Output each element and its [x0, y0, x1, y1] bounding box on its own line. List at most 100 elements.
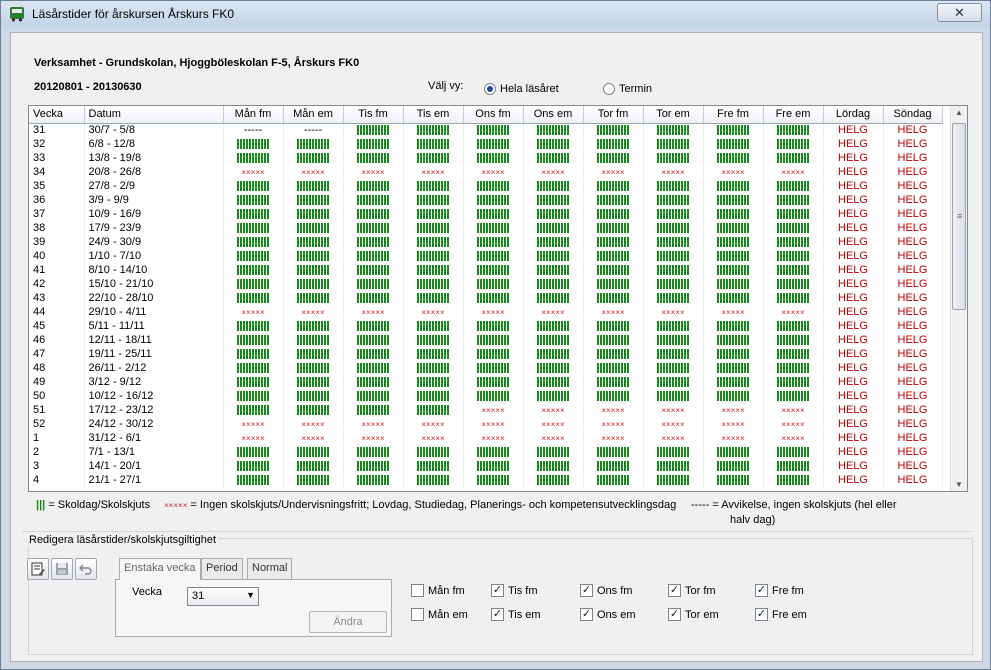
table-row[interactable]: 31 30/7 - 5/8 ----- ----- HELG HELG — [29, 123, 943, 137]
day-cell[interactable] — [643, 263, 704, 277]
day-cell[interactable] — [283, 347, 344, 361]
day-cell[interactable] — [523, 235, 584, 249]
day-cell[interactable]: ××××× — [763, 305, 824, 319]
day-cell[interactable] — [583, 263, 644, 277]
day-cell[interactable]: ××××× — [463, 417, 524, 431]
day-cell[interactable] — [283, 235, 344, 249]
close-button[interactable]: ✕ — [937, 3, 982, 22]
day-cell[interactable]: ××××× — [643, 417, 704, 431]
day-cell[interactable] — [523, 277, 584, 291]
day-cell[interactable] — [643, 151, 704, 165]
day-cell[interactable] — [283, 137, 344, 151]
day-cell[interactable] — [283, 473, 344, 487]
day-cell[interactable] — [343, 389, 404, 403]
day-cell[interactable] — [463, 207, 524, 221]
day-cell[interactable] — [343, 459, 404, 473]
day-cell[interactable]: ××××× — [583, 403, 644, 417]
day-cell[interactable] — [583, 361, 644, 375]
day-cell[interactable] — [343, 179, 404, 193]
day-cell[interactable] — [523, 263, 584, 277]
day-cell[interactable] — [283, 319, 344, 333]
column-header[interactable]: Tor fm — [583, 106, 644, 124]
day-cell[interactable] — [223, 403, 284, 417]
day-cell[interactable] — [763, 459, 824, 473]
radio-termin[interactable]: Termin — [603, 83, 652, 95]
day-cell[interactable] — [403, 333, 464, 347]
scroll-down-icon[interactable]: ▼ — [955, 480, 963, 489]
day-cell[interactable] — [523, 389, 584, 403]
day-cell[interactable] — [283, 249, 344, 263]
day-cell[interactable] — [403, 207, 464, 221]
day-cell[interactable] — [283, 375, 344, 389]
andra-button[interactable]: Ändra — [309, 611, 387, 633]
table-row[interactable]: 37 10/9 - 16/9 HELG HELG — [29, 207, 943, 221]
day-cell[interactable] — [523, 291, 584, 305]
day-cell[interactable] — [463, 361, 524, 375]
day-cell[interactable]: ××××× — [523, 305, 584, 319]
day-cell[interactable] — [583, 207, 644, 221]
day-cell[interactable] — [223, 361, 284, 375]
day-cell[interactable] — [223, 221, 284, 235]
day-cell[interactable]: ××××× — [223, 165, 284, 179]
day-cell[interactable] — [403, 291, 464, 305]
day-cell[interactable] — [343, 263, 404, 277]
day-cell[interactable] — [703, 263, 764, 277]
day-cell[interactable] — [763, 445, 824, 459]
day-cell[interactable] — [343, 249, 404, 263]
day-cell[interactable] — [703, 319, 764, 333]
day-cell[interactable] — [703, 137, 764, 151]
day-cell[interactable]: ××××× — [523, 165, 584, 179]
day-cell[interactable]: ××××× — [523, 417, 584, 431]
table-row[interactable]: 2 7/1 - 13/1 HELG HELG — [29, 445, 943, 459]
day-cell[interactable] — [223, 263, 284, 277]
day-cell[interactable] — [763, 277, 824, 291]
day-cell[interactable] — [283, 221, 344, 235]
day-cell[interactable] — [763, 123, 824, 137]
day-cell[interactable] — [403, 389, 464, 403]
table-row[interactable]: 49 3/12 - 9/12 HELG HELG — [29, 375, 943, 389]
day-cell[interactable] — [343, 151, 404, 165]
day-cell[interactable]: ××××× — [703, 305, 764, 319]
day-cell[interactable] — [583, 151, 644, 165]
day-cell[interactable]: ××××× — [463, 165, 524, 179]
day-cell[interactable]: ××××× — [463, 403, 524, 417]
day-cell[interactable] — [523, 151, 584, 165]
day-cell[interactable] — [463, 123, 524, 137]
day-cell[interactable] — [223, 389, 284, 403]
day-cell[interactable]: ××××× — [643, 431, 704, 445]
day-cell[interactable] — [283, 333, 344, 347]
table-row[interactable]: 33 13/8 - 19/8 HELG HELG — [29, 151, 943, 165]
day-cell[interactable]: ××××× — [583, 305, 644, 319]
day-cell[interactable]: ××××× — [343, 165, 404, 179]
day-cell[interactable] — [583, 249, 644, 263]
checkbox-fre-fm[interactable]: ✓ Fre fm — [755, 584, 804, 597]
day-cell[interactable] — [763, 473, 824, 487]
day-cell[interactable] — [583, 445, 644, 459]
day-cell[interactable] — [523, 445, 584, 459]
day-cell[interactable]: ××××× — [283, 431, 344, 445]
day-cell[interactable]: ××××× — [703, 431, 764, 445]
table-row[interactable]: 38 17/9 - 23/9 HELG HELG — [29, 221, 943, 235]
day-cell[interactable] — [583, 277, 644, 291]
day-cell[interactable] — [703, 249, 764, 263]
day-cell[interactable] — [583, 389, 644, 403]
day-cell[interactable] — [403, 459, 464, 473]
column-header[interactable]: Ons em — [523, 106, 584, 124]
day-cell[interactable] — [583, 319, 644, 333]
day-cell[interactable] — [463, 179, 524, 193]
day-cell[interactable] — [643, 193, 704, 207]
day-cell[interactable] — [643, 347, 704, 361]
day-cell[interactable] — [643, 207, 704, 221]
day-cell[interactable] — [343, 445, 404, 459]
day-cell[interactable] — [283, 277, 344, 291]
column-header[interactable]: Vecka — [29, 106, 85, 124]
day-cell[interactable] — [523, 473, 584, 487]
table-row[interactable]: 32 6/8 - 12/8 HELG HELG — [29, 137, 943, 151]
column-header[interactable]: Datum — [84, 106, 224, 124]
day-cell[interactable] — [223, 151, 284, 165]
day-cell[interactable]: ××××× — [703, 417, 764, 431]
day-cell[interactable]: ××××× — [703, 165, 764, 179]
day-cell[interactable] — [643, 333, 704, 347]
day-cell[interactable] — [643, 445, 704, 459]
column-header[interactable]: Tor em — [643, 106, 704, 124]
